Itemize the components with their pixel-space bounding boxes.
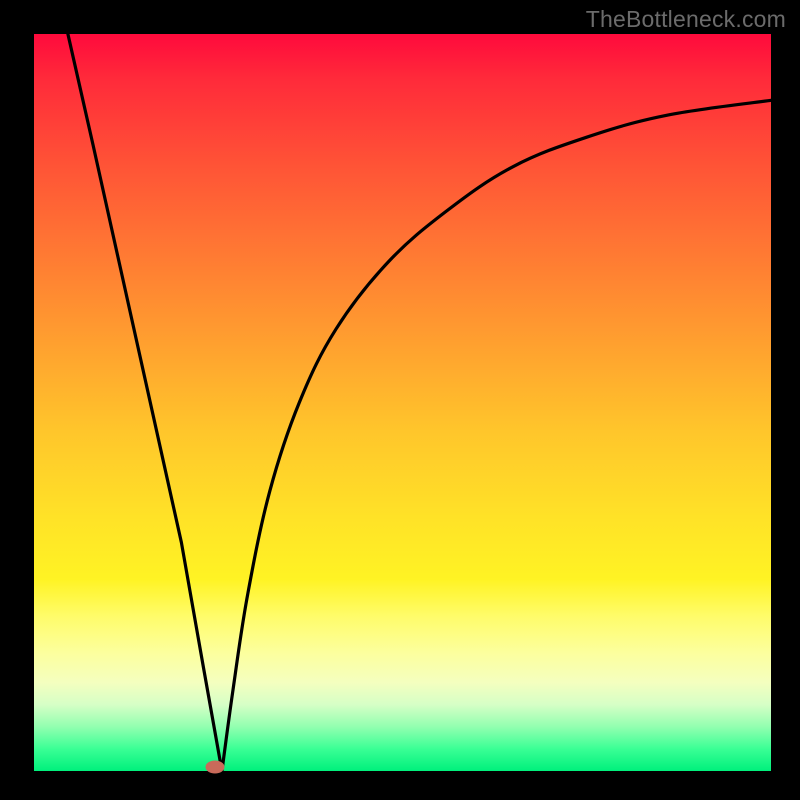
plot-area	[34, 34, 771, 771]
bottleneck-curve	[68, 34, 771, 771]
chart-frame: TheBottleneck.com	[0, 0, 800, 800]
curve-svg	[34, 34, 771, 771]
optimum-marker	[205, 760, 224, 773]
watermark-text: TheBottleneck.com	[586, 6, 786, 33]
